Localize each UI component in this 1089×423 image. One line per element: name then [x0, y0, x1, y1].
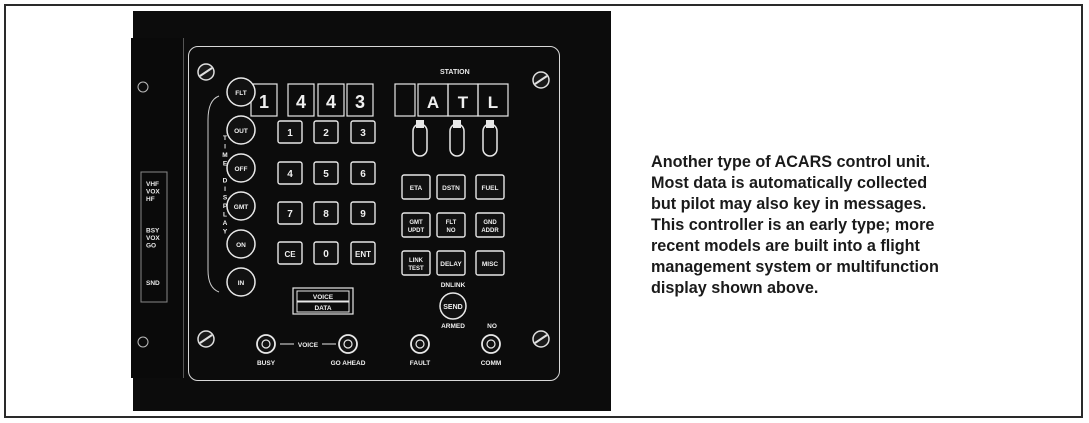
bracket-label: VOX — [146, 235, 160, 242]
function-key-label: LINK — [409, 258, 424, 264]
caption-line: Another type of ACARS control unit. — [651, 153, 931, 171]
caption-line: display shown above. — [651, 279, 819, 297]
thumbwheel-knob — [453, 120, 461, 128]
indicator-light — [338, 334, 358, 354]
caption-line: recent models are built into a flight — [651, 237, 920, 255]
function-key-label: FUEL — [482, 185, 499, 192]
armed-label: ARMED — [441, 323, 465, 330]
keypad-key-label: 5 — [323, 169, 329, 180]
bracket-label: GO — [146, 243, 156, 250]
function-key-label: NO — [447, 228, 456, 234]
time-display-letter: I — [224, 186, 226, 193]
indicator-label: COMM — [481, 360, 502, 367]
flight-digit: 4 — [326, 92, 336, 112]
time-key-label: ON — [236, 242, 246, 249]
time-display-letter: Y — [223, 229, 228, 236]
indicator-label: BUSY — [257, 360, 276, 367]
voice-indicator-label: VOICE — [313, 294, 334, 301]
flight-digit: 4 — [296, 92, 306, 112]
dnlink-label: DNLINK — [441, 282, 466, 289]
function-key-label: TEST — [408, 266, 424, 272]
time-display-letter: A — [223, 220, 228, 227]
caption-line: Most data is automatically collected — [651, 174, 928, 192]
function-key-label: MISC — [482, 261, 499, 268]
station-label: STATION — [440, 69, 470, 76]
keypad-key-label: CE — [284, 250, 296, 259]
keypad-key-label: 6 — [360, 169, 366, 180]
time-display-letter: M — [222, 152, 227, 159]
time-key-label: IN — [238, 280, 245, 287]
time-display-letter: I — [224, 144, 226, 151]
station-letter: L — [488, 93, 498, 112]
caption-line: management system or multifunction — [651, 258, 939, 276]
keypad-key-label: 3 — [360, 128, 366, 139]
time-key-label: OUT — [234, 128, 248, 135]
no-label: NO — [487, 323, 497, 330]
keypad-key-label: 2 — [323, 128, 329, 139]
function-key-label: ETA — [410, 185, 423, 192]
blank-window — [394, 83, 416, 117]
bracket-label: BSY — [146, 228, 160, 235]
bracket-label: SND — [146, 280, 160, 287]
station-thumbwheel[interactable] — [482, 123, 498, 157]
time-display-letter: T — [223, 135, 227, 142]
function-key-label: GND — [483, 220, 497, 226]
station-letter: T — [458, 93, 469, 112]
caption-line: but pilot may also key in messages. — [651, 195, 927, 213]
time-key-label: FLT — [235, 90, 246, 97]
bracket-hole — [137, 336, 149, 348]
keypad-key-label: 8 — [323, 209, 329, 220]
function-key-label: FLT — [446, 220, 457, 226]
time-display-bracket — [207, 95, 220, 293]
indicator-label: FAULT — [410, 360, 430, 367]
flight-digit: 1 — [259, 92, 269, 112]
bracket-label: VHF — [146, 181, 159, 188]
flight-digit: 3 — [355, 92, 365, 112]
time-display-letter: D — [223, 178, 228, 185]
function-key-label: ADDR — [481, 228, 499, 234]
keypad-key-label: 1 — [287, 128, 293, 139]
station-thumbwheel[interactable] — [449, 123, 465, 157]
station-thumbwheel[interactable] — [412, 123, 428, 157]
indicator-light — [256, 334, 276, 354]
function-key-label: DSTN — [442, 185, 460, 192]
function-key-label: UPDT — [408, 228, 425, 234]
time-display-letter: P — [223, 203, 228, 210]
indicator-light — [481, 334, 501, 354]
indicator-label: GO AHEAD — [331, 360, 366, 367]
function-key-label: DELAY — [440, 261, 462, 268]
bracket-label: HF — [146, 196, 155, 203]
voice-group-label: VOICE — [298, 342, 319, 349]
bracket-hole — [137, 81, 149, 93]
function-key-label: GMT — [409, 220, 423, 226]
send-button-label: SEND — [443, 304, 462, 311]
keypad-key-label: 4 — [287, 169, 293, 180]
time-key-label: GMT — [234, 204, 248, 211]
keypad-key-label: 7 — [287, 209, 293, 220]
keypad-key-label: 9 — [360, 209, 366, 220]
time-display-letter: L — [223, 212, 227, 219]
keypad-key-label: ENT — [355, 250, 371, 259]
thumbwheel-knob — [416, 120, 424, 128]
time-display-letter: E — [223, 161, 228, 168]
station-letter: A — [427, 93, 439, 112]
keypad-key-label: 0 — [323, 249, 329, 260]
bracket-label: VOX — [146, 189, 160, 196]
time-display-letter: S — [223, 195, 228, 202]
caption: Another type of ACARS control unit. Most… — [651, 152, 1071, 299]
data-indicator-label: DATA — [314, 305, 331, 312]
time-key-label: OFF — [235, 166, 248, 173]
caption-line: This controller is an early type; more — [651, 216, 935, 234]
thumbwheel-knob — [486, 120, 494, 128]
indicator-light — [410, 334, 430, 354]
